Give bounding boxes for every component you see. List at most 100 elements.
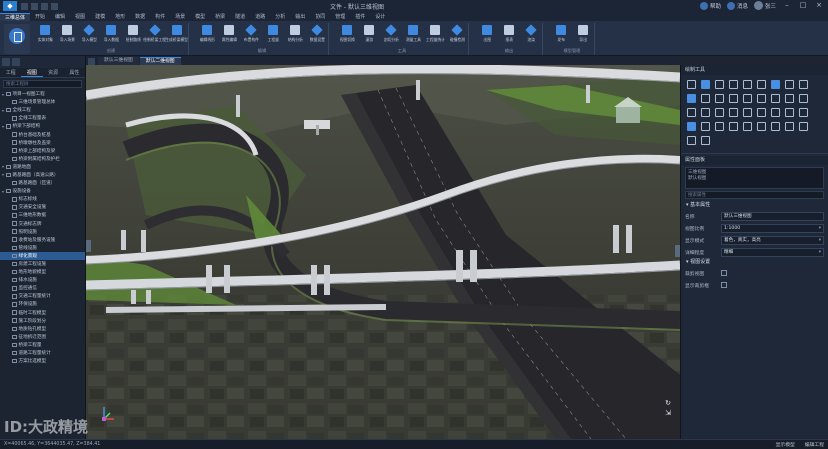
property-value-field[interactable]: 着色，真实，高亮 ▾	[721, 235, 824, 245]
ribbon-button[interactable]: 渲染	[520, 23, 542, 49]
ribbon-button[interactable]: 出图	[476, 23, 498, 49]
project-main-button[interactable]	[4, 24, 30, 54]
tree-item[interactable]: ▾ 全线工程	[0, 106, 85, 114]
left-panel-tab[interactable]: 资源	[43, 68, 64, 77]
tree-checkbox[interactable]	[12, 205, 17, 210]
tree-checkbox[interactable]	[12, 326, 17, 332]
align-tool-icon[interactable]	[799, 122, 808, 131]
tree-item[interactable]: ▾ 设施设备	[0, 187, 85, 195]
rect-tool-icon[interactable]	[757, 80, 766, 89]
minimize-button[interactable]: –	[782, 1, 792, 10]
chamfer-tool-icon[interactable]	[757, 122, 766, 131]
tree-checkbox[interactable]	[12, 229, 17, 234]
chevron-down-icon[interactable]: ▾	[819, 225, 821, 233]
mirror-tool-icon[interactable]	[729, 94, 738, 103]
wipeout-tool-icon[interactable]	[701, 136, 710, 145]
tree-item[interactable]: ▾ 路基路面（高速公路）	[0, 171, 85, 179]
tree-checkbox[interactable]	[12, 261, 17, 267]
tree-checkbox[interactable]	[6, 124, 11, 129]
ribbon-button[interactable]: 视图切换	[336, 23, 358, 49]
redo-icon[interactable]	[41, 2, 48, 10]
break-tool-icon[interactable]	[785, 122, 794, 131]
undo-icon[interactable]	[31, 2, 38, 10]
ribbon-button[interactable]: 导入场景	[56, 23, 78, 49]
viewport-tab[interactable]: 默认三维视图	[98, 57, 139, 65]
ribbon-button[interactable]: 发布	[550, 23, 572, 49]
fill-tool-icon[interactable]	[771, 80, 780, 89]
tree-checkbox[interactable]	[12, 358, 17, 364]
ribbon-tab[interactable]: 构件	[150, 13, 170, 21]
tree-item[interactable]: 照明设施	[0, 228, 85, 236]
edit-project-button[interactable]: 编辑工程	[805, 441, 824, 448]
ribbon-button[interactable]: 属性编辑	[218, 23, 240, 49]
hatch-tool-icon[interactable]	[729, 108, 738, 117]
tree-checkbox[interactable]	[12, 132, 17, 137]
ribbon-button[interactable]: 绘制桥梁工程	[144, 23, 166, 49]
fillet-tool-icon[interactable]	[743, 122, 752, 131]
tree-item[interactable]: 道路工程量统计	[0, 349, 85, 357]
props-search-input[interactable]: 搜索属性	[685, 191, 824, 199]
property-value-field[interactable]: 1:1000 ▾	[721, 223, 824, 233]
tree-item[interactable]: 征地拆迁范围	[0, 333, 85, 341]
explode-tool-icon[interactable]	[715, 122, 724, 131]
ribbon-tab[interactable]: 数据	[130, 13, 150, 21]
message-button[interactable]: 消息	[726, 1, 748, 10]
ribbon-button[interactable]: 测量工具	[402, 23, 424, 49]
tree-item[interactable]: 房建工程设施	[0, 260, 85, 268]
ribbon-button[interactable]: 报表	[498, 23, 520, 49]
ribbon-tab[interactable]: 编辑	[50, 13, 70, 21]
tree-item[interactable]: 收费站及服务设施	[0, 236, 85, 244]
extend-tool-icon[interactable]	[771, 94, 780, 103]
ribbon-button[interactable]: 生成桥梁模型	[166, 23, 188, 49]
tree-checkbox[interactable]	[12, 156, 17, 162]
ribbon-tab[interactable]: 三维总体	[0, 13, 31, 21]
erase-tool-icon[interactable]	[701, 122, 710, 131]
left-panel-tab[interactable]: 属性	[64, 68, 85, 77]
viewport-tab[interactable]: 默认二维视图	[139, 57, 181, 65]
tree-item[interactable]: 桥墩墩柱及盖梁	[0, 139, 85, 147]
ribbon-button[interactable]: 剖切分析	[380, 23, 402, 49]
checkbox[interactable]	[721, 270, 727, 276]
ribbon-tab[interactable]: 地形	[110, 13, 130, 21]
tree-item[interactable]: 交通安全设施	[0, 203, 85, 211]
ribbon-button[interactable]: 工程量统计	[424, 23, 446, 49]
tree-checkbox[interactable]	[12, 310, 17, 315]
left-panel-tab[interactable]: 工程	[0, 68, 21, 77]
ribbon-tab[interactable]: 模型	[190, 13, 210, 21]
tree-checkbox[interactable]	[6, 172, 11, 178]
ribbon-tab[interactable]: 分析	[270, 13, 290, 21]
tree-item[interactable]: 管线设施	[0, 244, 85, 252]
line-tool-icon[interactable]	[687, 80, 696, 89]
tree-checkbox[interactable]	[6, 91, 11, 97]
help-button[interactable]: 帮助	[699, 1, 721, 10]
tree-checkbox[interactable]	[12, 221, 17, 226]
scale-tool-icon[interactable]	[743, 94, 752, 103]
polygon-tool-icon[interactable]	[785, 80, 794, 89]
measure-tool-icon[interactable]	[687, 108, 696, 117]
3d-viewport[interactable]	[86, 65, 680, 439]
scale-icon[interactable]: ⇲	[662, 409, 674, 417]
ribbon-button[interactable]: 绘制路线	[122, 23, 144, 49]
tree-checkbox[interactable]	[12, 116, 17, 121]
tree-checkbox[interactable]	[12, 180, 17, 186]
ribbon-tab[interactable]: 设计	[370, 13, 390, 21]
select-tool-icon[interactable]	[687, 122, 696, 131]
tree-item[interactable]: ▾ 项目一视图工程	[0, 90, 85, 98]
tree-checkbox[interactable]	[12, 140, 17, 145]
tree-checkbox[interactable]	[12, 277, 17, 283]
tree-checkbox[interactable]	[12, 237, 17, 242]
rotate-icon[interactable]: ↻	[662, 399, 674, 407]
tree-checkbox[interactable]	[12, 99, 17, 105]
ribbon-button[interactable]: 数据设置	[306, 23, 328, 49]
tree-search-input[interactable]: 搜索工程树	[3, 80, 82, 88]
tree-item[interactable]: 方案比选模型	[0, 357, 85, 365]
ribbon-tab[interactable]: 插件	[350, 13, 370, 21]
ellipse-tool-icon[interactable]	[687, 136, 696, 145]
tree-checkbox[interactable]	[12, 334, 17, 340]
tree-item[interactable]: 交通工程量统计	[0, 292, 85, 300]
ribbon-tab[interactable]: 建模	[90, 13, 110, 21]
ribbon-tab[interactable]: 道路	[250, 13, 270, 21]
tree-item[interactable]: 交通标志牌	[0, 220, 85, 228]
checkbox[interactable]	[721, 282, 727, 288]
ribbon-button[interactable]: 导出	[572, 23, 594, 49]
